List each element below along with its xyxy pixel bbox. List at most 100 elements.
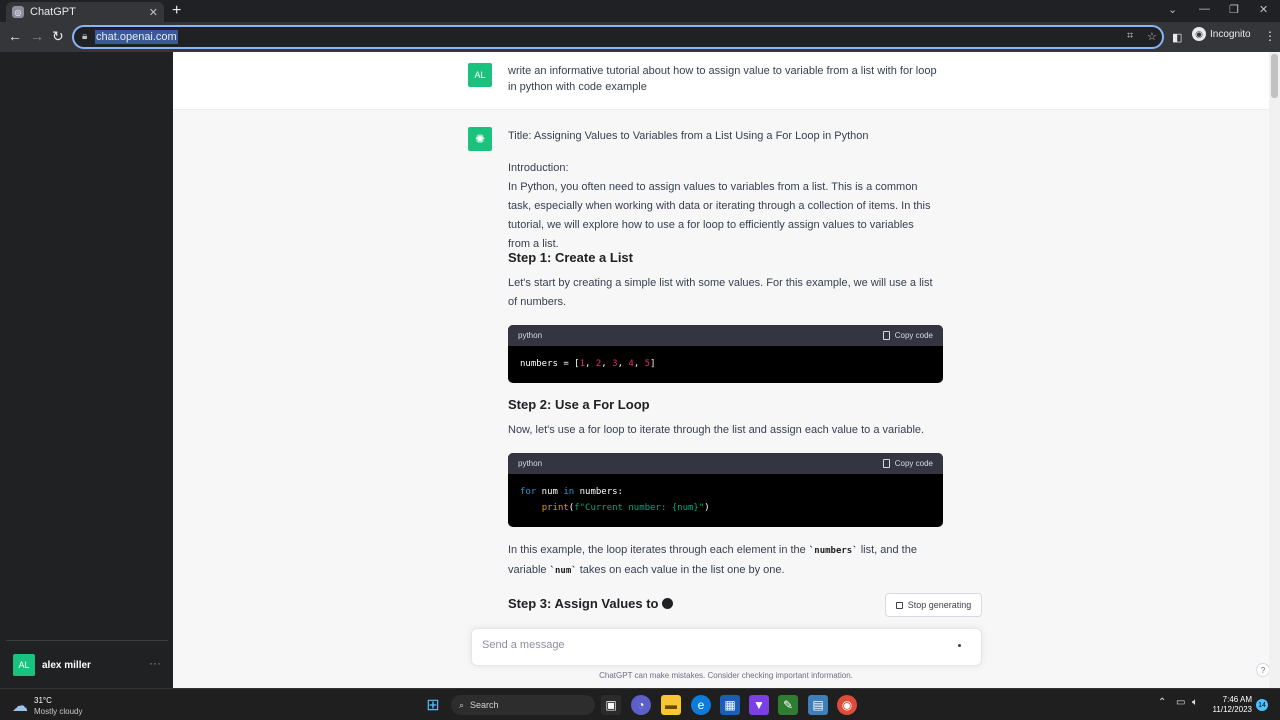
chrome-icon[interactable]: ◉ <box>837 695 857 715</box>
edge-browser-icon[interactable]: e <box>691 695 711 715</box>
tab-chatgpt[interactable]: ◎ ChatGPT ✕ <box>6 2 164 22</box>
step1-heading: Step 1: Create a List <box>508 250 633 265</box>
task-view-icon[interactable]: ▣ <box>601 695 621 715</box>
typing-cursor-icon <box>661 598 673 609</box>
send-status-icon[interactable] <box>958 644 961 647</box>
inline-code: `num` <box>549 566 577 576</box>
windows-start-icon[interactable]: ⊞ <box>423 695 443 715</box>
user-message-row: AL write an informative tutorial about h… <box>173 52 1269 110</box>
network-icon[interactable]: ▭ <box>1176 697 1185 708</box>
code-content: for num in numbers: print(f"Current numb… <box>508 474 943 524</box>
store-icon[interactable]: ▦ <box>720 695 740 715</box>
sidebar: AL alex miller ··· <box>0 52 173 688</box>
weather-description: Mostly cloudy <box>34 707 83 716</box>
step3-heading-text: Step 3: Assign Values to <box>508 596 659 611</box>
url-text[interactable]: chat.openai.com <box>95 30 178 44</box>
tab-strip: ◎ ChatGPT ✕ + ⌄ — ❐ ✕ <box>0 0 1280 22</box>
forward-icon[interactable]: → <box>30 28 44 44</box>
explanation-paragraph: In this example, the loop iterates throu… <box>508 541 938 581</box>
chat-main: AL write an informative tutorial about h… <box>173 52 1269 688</box>
new-tab-button[interactable]: + <box>172 2 181 20</box>
weather-widget[interactable]: ☁ 31°C Mostly cloudy <box>12 695 82 717</box>
close-window-icon[interactable]: ✕ <box>1259 3 1268 16</box>
clock-time: 7:46 AM <box>1222 695 1252 704</box>
incognito-icon: ◉ <box>1192 27 1206 41</box>
code-block-2: python Copy code for num in numbers: pri… <box>508 453 943 527</box>
side-panel-icon[interactable]: ◧ <box>1172 30 1182 46</box>
code-block-header: python Copy code <box>508 325 943 346</box>
explanation-text: In this example, the loop iterates throu… <box>508 544 809 556</box>
notification-badge[interactable]: 14 <box>1256 699 1268 711</box>
code-block-header: python Copy code <box>508 453 943 474</box>
inline-code: `numbers` <box>808 546 858 556</box>
user-message-text: write an informative tutorial about how … <box>508 65 937 93</box>
browser-menu-icon[interactable]: ⋮ <box>1264 28 1276 44</box>
bookmark-star-icon[interactable]: ☆ <box>1147 30 1157 43</box>
tab-title: ChatGPT <box>30 6 76 18</box>
sidebar-divider <box>6 640 168 641</box>
reload-icon[interactable]: ↻ <box>52 28 64 44</box>
app-icon-blue[interactable]: ▤ <box>808 695 828 715</box>
assistant-message-row: ✺ Title: Assigning Values to Variables f… <box>173 110 1269 688</box>
user-message-avatar: AL <box>468 63 492 87</box>
install-app-icon[interactable]: ⌗ <box>1127 30 1133 43</box>
user-avatar: AL <box>13 654 35 676</box>
volume-icon[interactable]: 🔈︎ <box>1192 697 1198 708</box>
more-options-icon[interactable]: ··· <box>149 656 161 670</box>
browser-toolbar: ← → ↻ 🔒︎ chat.openai.com ⌗ ☆ ◧ ◉ Incogni… <box>0 22 1280 52</box>
code-language: python <box>518 459 543 468</box>
incognito-indicator[interactable]: ◉ Incognito <box>1192 27 1251 41</box>
system-clock[interactable]: 7:46 AM 11/12/2023 <box>1210 695 1252 715</box>
file-explorer-icon[interactable]: ▬ <box>661 695 681 715</box>
lock-icon[interactable]: 🔒︎ <box>82 31 87 42</box>
step2-paragraph: Now, let's use a for loop to iterate thr… <box>508 424 925 436</box>
chatgpt-favicon-icon: ◎ <box>12 6 24 18</box>
code-line: for num in numbers: <box>520 487 623 497</box>
cloudy-weather-icon: ☁ <box>12 698 28 715</box>
incognito-label: Incognito <box>1210 28 1251 40</box>
stop-generating-button[interactable]: Stop generating <box>885 593 982 617</box>
stop-generating-label: Stop generating <box>907 600 972 610</box>
step2-heading: Step 2: Use a For Loop <box>508 397 650 412</box>
minimize-icon[interactable]: — <box>1199 3 1210 15</box>
step1-paragraph: Let's start by creating a simple list wi… <box>508 277 933 308</box>
user-menu[interactable]: AL alex miller <box>13 654 91 676</box>
scrollbar[interactable] <box>1269 52 1280 688</box>
explanation-text: takes on each value in the list one by o… <box>576 564 785 576</box>
code-language: python <box>518 331 543 340</box>
clock-date: 11/12/2023 <box>1212 705 1252 714</box>
clipboard-icon <box>882 459 890 468</box>
copy-code-label: Copy code <box>894 331 933 340</box>
temperature: 31°C <box>34 696 52 705</box>
taskbar-search-label: Search <box>470 700 499 710</box>
tab-close-icon[interactable]: ✕ <box>149 6 158 19</box>
code-content: numbers = [1, 2, 3, 4, 5] <box>508 346 943 380</box>
tab-search-icon[interactable]: ⌄ <box>1168 3 1177 16</box>
disclaimer-text: ChatGPT can make mistakes. Consider chec… <box>599 671 853 680</box>
app-icon-purple[interactable]: ▼ <box>749 695 769 715</box>
code-block-1: python Copy code numbers = [1, 2, 3, 4, … <box>508 325 943 383</box>
app-icon-green[interactable]: ✎ <box>778 695 798 715</box>
browser-window: ◎ ChatGPT ✕ + ⌄ — ❐ ✕ ← → ↻ 🔒︎ chat.open… <box>0 0 1280 688</box>
chat-app-icon[interactable]: ◔ <box>631 695 651 715</box>
search-icon: ⌕ <box>459 699 465 710</box>
copy-code-button[interactable]: Copy code <box>882 459 933 468</box>
help-icon[interactable]: ? <box>1256 663 1269 677</box>
restore-icon[interactable]: ❐ <box>1229 3 1239 16</box>
stop-icon <box>895 601 903 609</box>
chatgpt-logo-icon: ✺ <box>468 127 492 151</box>
scrollbar-thumb[interactable] <box>1271 54 1278 98</box>
tray-overflow-icon[interactable]: ⌃ <box>1158 697 1166 708</box>
taskbar-search[interactable]: ⌕ Search <box>451 695 595 715</box>
copy-code-button[interactable]: Copy code <box>882 331 933 340</box>
windows-taskbar: ☁ 31°C Mostly cloudy ⊞ ⌕ Search ▣ ◔ ▬ e … <box>0 688 1280 720</box>
intro-heading: Introduction: <box>508 162 569 174</box>
message-input[interactable] <box>482 639 922 651</box>
intro-paragraph: In Python, you often need to assign valu… <box>508 181 931 250</box>
user-name: alex miller <box>42 659 91 671</box>
address-bar[interactable]: 🔒︎ chat.openai.com ⌗ ☆ <box>72 25 1164 49</box>
response-title: Title: Assigning Values to Variables fro… <box>508 130 869 142</box>
clipboard-icon <box>882 331 890 340</box>
back-icon[interactable]: ← <box>8 28 22 44</box>
code-line: numbers = [1, 2, 3, 4, 5] <box>520 359 656 369</box>
